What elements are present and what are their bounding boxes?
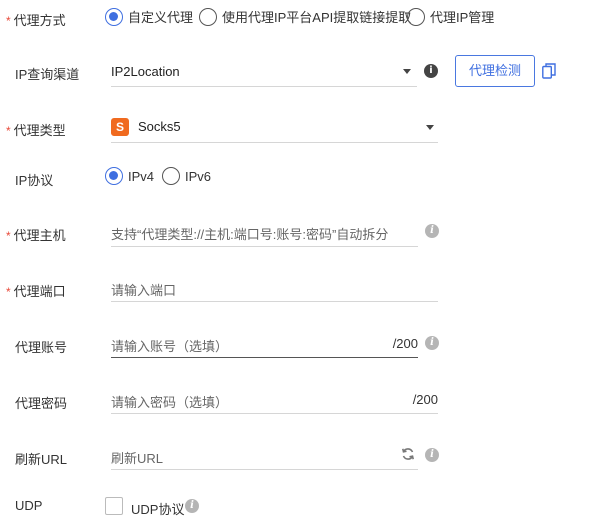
udp-checkbox[interactable] — [105, 497, 123, 515]
proxy-type-select[interactable]: S Socks5 — [111, 112, 438, 143]
socks5-icon: S — [111, 118, 129, 136]
proxy-port-label: * 代理端口 — [6, 284, 66, 299]
radio-custom-proxy-indicator[interactable] — [105, 7, 123, 26]
udp-checkbox-label: UDP协议 — [131, 502, 185, 517]
radio-ipv6[interactable]: IPv6 — [162, 167, 211, 185]
copy-icon[interactable] — [542, 63, 556, 79]
refresh-url-placeholder: 刷新URL — [111, 451, 164, 466]
refresh-icon[interactable] — [401, 447, 415, 461]
chevron-down-icon — [426, 125, 434, 130]
refresh-url-label: 刷新URL — [15, 452, 68, 467]
radio-ip-management[interactable]: 代理IP管理 — [407, 7, 494, 26]
proxy-port-input[interactable]: 请输入端口 — [111, 272, 438, 302]
udp-label: UDP — [15, 498, 43, 513]
chevron-down-icon — [403, 69, 411, 74]
proxy-account-input[interactable]: 请输入账号（选填） /200 — [111, 328, 418, 358]
ip-query-label: IP查询渠道 — [15, 67, 80, 82]
radio-ip-management-indicator[interactable] — [407, 7, 425, 26]
proxy-host-placeholder: 支持“代理类型://主机:端口号:账号:密码”自动拆分 — [111, 227, 389, 242]
radio-api-extract-indicator[interactable] — [199, 7, 217, 26]
info-icon: i — [425, 448, 439, 462]
radio-api-extract[interactable]: 使用代理IP平台API提取链接提取 — [199, 7, 411, 26]
proxy-password-placeholder: 请输入密码（选填） — [111, 395, 229, 410]
info-icon: i — [425, 336, 439, 350]
proxy-password-label: 代理密码 — [15, 396, 68, 411]
radio-ipv6-label: IPv6 — [185, 168, 212, 184]
radio-custom-proxy[interactable]: 自定义代理 — [105, 7, 193, 26]
radio-ipv4-indicator[interactable] — [105, 167, 123, 185]
radio-ipv4[interactable]: IPv4 — [105, 167, 154, 185]
info-icon: i — [185, 499, 199, 513]
radio-api-extract-label: 使用代理IP平台API提取链接提取 — [222, 10, 412, 25]
proxy-account-label: 代理账号 — [15, 340, 68, 355]
proxy-check-button[interactable]: 代理检测 — [455, 55, 535, 87]
ip-query-value: IP2Location — [111, 64, 180, 79]
ip-protocol-label: IP协议 — [15, 173, 54, 188]
radio-ipv4-label: IPv4 — [128, 168, 155, 184]
proxy-password-counter: /200 — [412, 392, 438, 407]
proxy-host-input[interactable]: 支持“代理类型://主机:端口号:账号:密码”自动拆分 — [111, 216, 418, 247]
proxy-type-label: * 代理类型 — [6, 123, 66, 138]
info-icon: i — [425, 224, 439, 238]
refresh-url-input[interactable]: 刷新URL — [111, 440, 418, 470]
ip-query-select[interactable]: IP2Location — [111, 56, 417, 87]
info-icon: i — [424, 64, 438, 78]
proxy-port-placeholder: 请输入端口 — [111, 283, 177, 298]
radio-ip-management-label: 代理IP管理 — [430, 10, 495, 25]
proxy-account-counter: /200 — [392, 336, 418, 351]
radio-ipv6-indicator[interactable] — [162, 167, 180, 185]
proxy-account-placeholder: 请输入账号（选填） — [111, 339, 229, 354]
radio-custom-proxy-label: 自定义代理 — [128, 10, 194, 25]
proxy-host-label: * 代理主机 — [6, 228, 66, 243]
proxy-password-input[interactable]: 请输入密码（选填） /200 — [111, 384, 438, 414]
proxy-mode-label: * 代理方式 — [6, 13, 66, 28]
proxy-type-value: Socks5 — [138, 119, 181, 134]
